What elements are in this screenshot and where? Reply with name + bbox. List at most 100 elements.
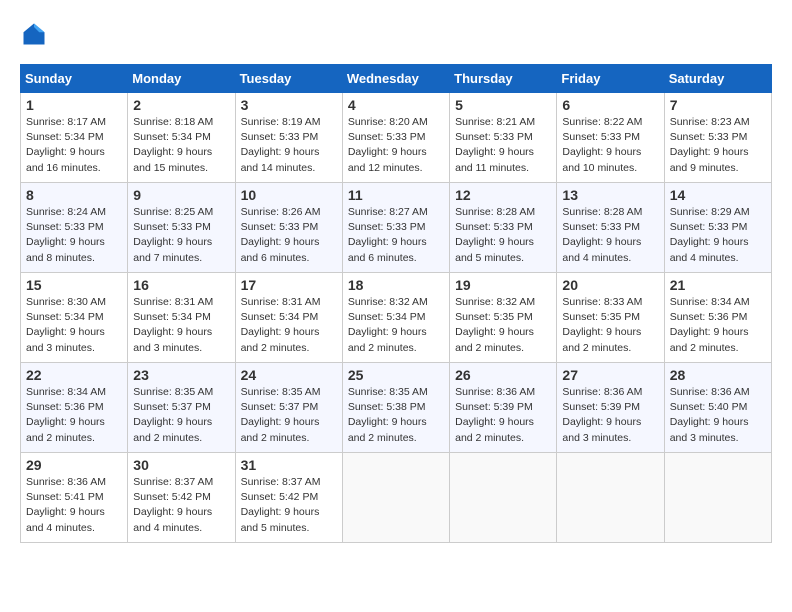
day-cell: 2 Sunrise: 8:18 AMSunset: 5:34 PMDayligh… [128, 93, 235, 183]
day-cell: 29 Sunrise: 8:36 AMSunset: 5:41 PMDaylig… [21, 453, 128, 543]
day-info: Sunrise: 8:19 AMSunset: 5:33 PMDaylight:… [241, 116, 321, 174]
day-cell: 6 Sunrise: 8:22 AMSunset: 5:33 PMDayligh… [557, 93, 664, 183]
empty-cell [664, 453, 771, 543]
day-cell: 23 Sunrise: 8:35 AMSunset: 5:37 PMDaylig… [128, 363, 235, 453]
day-number: 9 [133, 187, 229, 203]
page-header [20, 20, 772, 48]
day-cell: 14 Sunrise: 8:29 AMSunset: 5:33 PMDaylig… [664, 183, 771, 273]
calendar-row: 1 Sunrise: 8:17 AMSunset: 5:34 PMDayligh… [21, 93, 772, 183]
day-info: Sunrise: 8:37 AMSunset: 5:42 PMDaylight:… [241, 476, 321, 534]
day-cell: 1 Sunrise: 8:17 AMSunset: 5:34 PMDayligh… [21, 93, 128, 183]
day-info: Sunrise: 8:36 AMSunset: 5:40 PMDaylight:… [670, 386, 750, 444]
day-cell: 10 Sunrise: 8:26 AMSunset: 5:33 PMDaylig… [235, 183, 342, 273]
day-info: Sunrise: 8:33 AMSunset: 5:35 PMDaylight:… [562, 296, 642, 354]
col-saturday: Saturday [664, 65, 771, 93]
day-info: Sunrise: 8:25 AMSunset: 5:33 PMDaylight:… [133, 206, 213, 264]
day-number: 4 [348, 97, 444, 113]
col-monday: Monday [128, 65, 235, 93]
day-cell: 16 Sunrise: 8:31 AMSunset: 5:34 PMDaylig… [128, 273, 235, 363]
logo-icon [20, 20, 48, 48]
day-info: Sunrise: 8:36 AMSunset: 5:39 PMDaylight:… [455, 386, 535, 444]
day-number: 2 [133, 97, 229, 113]
day-number: 17 [241, 277, 337, 293]
day-number: 12 [455, 187, 551, 203]
col-friday: Friday [557, 65, 664, 93]
day-number: 16 [133, 277, 229, 293]
day-number: 31 [241, 457, 337, 473]
day-number: 14 [670, 187, 766, 203]
day-number: 18 [348, 277, 444, 293]
day-info: Sunrise: 8:31 AMSunset: 5:34 PMDaylight:… [241, 296, 321, 354]
logo [20, 20, 52, 48]
day-number: 23 [133, 367, 229, 383]
day-info: Sunrise: 8:36 AMSunset: 5:39 PMDaylight:… [562, 386, 642, 444]
day-info: Sunrise: 8:34 AMSunset: 5:36 PMDaylight:… [670, 296, 750, 354]
day-cell: 27 Sunrise: 8:36 AMSunset: 5:39 PMDaylig… [557, 363, 664, 453]
header-row: Sunday Monday Tuesday Wednesday Thursday… [21, 65, 772, 93]
empty-cell [557, 453, 664, 543]
day-info: Sunrise: 8:37 AMSunset: 5:42 PMDaylight:… [133, 476, 213, 534]
day-number: 21 [670, 277, 766, 293]
day-info: Sunrise: 8:17 AMSunset: 5:34 PMDaylight:… [26, 116, 106, 174]
day-cell: 31 Sunrise: 8:37 AMSunset: 5:42 PMDaylig… [235, 453, 342, 543]
col-tuesday: Tuesday [235, 65, 342, 93]
day-number: 28 [670, 367, 766, 383]
day-info: Sunrise: 8:31 AMSunset: 5:34 PMDaylight:… [133, 296, 213, 354]
day-number: 10 [241, 187, 337, 203]
day-number: 3 [241, 97, 337, 113]
day-cell: 17 Sunrise: 8:31 AMSunset: 5:34 PMDaylig… [235, 273, 342, 363]
calendar-row: 8 Sunrise: 8:24 AMSunset: 5:33 PMDayligh… [21, 183, 772, 273]
day-cell: 30 Sunrise: 8:37 AMSunset: 5:42 PMDaylig… [128, 453, 235, 543]
day-cell: 11 Sunrise: 8:27 AMSunset: 5:33 PMDaylig… [342, 183, 449, 273]
calendar-row: 29 Sunrise: 8:36 AMSunset: 5:41 PMDaylig… [21, 453, 772, 543]
day-number: 1 [26, 97, 122, 113]
day-info: Sunrise: 8:32 AMSunset: 5:34 PMDaylight:… [348, 296, 428, 354]
day-cell: 25 Sunrise: 8:35 AMSunset: 5:38 PMDaylig… [342, 363, 449, 453]
day-number: 20 [562, 277, 658, 293]
day-info: Sunrise: 8:23 AMSunset: 5:33 PMDaylight:… [670, 116, 750, 174]
day-info: Sunrise: 8:36 AMSunset: 5:41 PMDaylight:… [26, 476, 106, 534]
day-info: Sunrise: 8:35 AMSunset: 5:37 PMDaylight:… [241, 386, 321, 444]
day-number: 30 [133, 457, 229, 473]
day-cell: 24 Sunrise: 8:35 AMSunset: 5:37 PMDaylig… [235, 363, 342, 453]
day-cell: 21 Sunrise: 8:34 AMSunset: 5:36 PMDaylig… [664, 273, 771, 363]
day-info: Sunrise: 8:32 AMSunset: 5:35 PMDaylight:… [455, 296, 535, 354]
empty-cell [342, 453, 449, 543]
day-cell: 5 Sunrise: 8:21 AMSunset: 5:33 PMDayligh… [450, 93, 557, 183]
day-number: 19 [455, 277, 551, 293]
day-cell: 13 Sunrise: 8:28 AMSunset: 5:33 PMDaylig… [557, 183, 664, 273]
day-number: 27 [562, 367, 658, 383]
day-number: 24 [241, 367, 337, 383]
day-info: Sunrise: 8:35 AMSunset: 5:37 PMDaylight:… [133, 386, 213, 444]
day-cell: 15 Sunrise: 8:30 AMSunset: 5:34 PMDaylig… [21, 273, 128, 363]
day-info: Sunrise: 8:29 AMSunset: 5:33 PMDaylight:… [670, 206, 750, 264]
day-cell: 28 Sunrise: 8:36 AMSunset: 5:40 PMDaylig… [664, 363, 771, 453]
col-thursday: Thursday [450, 65, 557, 93]
day-info: Sunrise: 8:30 AMSunset: 5:34 PMDaylight:… [26, 296, 106, 354]
day-info: Sunrise: 8:20 AMSunset: 5:33 PMDaylight:… [348, 116, 428, 174]
day-cell: 7 Sunrise: 8:23 AMSunset: 5:33 PMDayligh… [664, 93, 771, 183]
day-number: 7 [670, 97, 766, 113]
day-number: 13 [562, 187, 658, 203]
day-number: 15 [26, 277, 122, 293]
day-cell: 20 Sunrise: 8:33 AMSunset: 5:35 PMDaylig… [557, 273, 664, 363]
day-info: Sunrise: 8:24 AMSunset: 5:33 PMDaylight:… [26, 206, 106, 264]
day-cell: 4 Sunrise: 8:20 AMSunset: 5:33 PMDayligh… [342, 93, 449, 183]
day-cell: 26 Sunrise: 8:36 AMSunset: 5:39 PMDaylig… [450, 363, 557, 453]
day-number: 5 [455, 97, 551, 113]
day-number: 29 [26, 457, 122, 473]
day-info: Sunrise: 8:26 AMSunset: 5:33 PMDaylight:… [241, 206, 321, 264]
day-cell: 22 Sunrise: 8:34 AMSunset: 5:36 PMDaylig… [21, 363, 128, 453]
calendar-row: 22 Sunrise: 8:34 AMSunset: 5:36 PMDaylig… [21, 363, 772, 453]
day-cell: 9 Sunrise: 8:25 AMSunset: 5:33 PMDayligh… [128, 183, 235, 273]
day-info: Sunrise: 8:35 AMSunset: 5:38 PMDaylight:… [348, 386, 428, 444]
day-cell: 8 Sunrise: 8:24 AMSunset: 5:33 PMDayligh… [21, 183, 128, 273]
col-sunday: Sunday [21, 65, 128, 93]
day-number: 11 [348, 187, 444, 203]
day-cell: 18 Sunrise: 8:32 AMSunset: 5:34 PMDaylig… [342, 273, 449, 363]
day-info: Sunrise: 8:34 AMSunset: 5:36 PMDaylight:… [26, 386, 106, 444]
col-wednesday: Wednesday [342, 65, 449, 93]
day-info: Sunrise: 8:18 AMSunset: 5:34 PMDaylight:… [133, 116, 213, 174]
day-info: Sunrise: 8:22 AMSunset: 5:33 PMDaylight:… [562, 116, 642, 174]
day-number: 8 [26, 187, 122, 203]
